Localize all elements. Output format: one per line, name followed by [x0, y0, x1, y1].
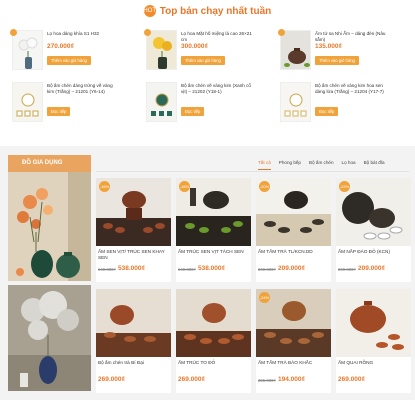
discount-badge: -20% [259, 181, 270, 192]
product-name[interactable]: Bộ ấm chén trà Bí Đại [98, 360, 169, 366]
old-price: 260.000₫ [258, 267, 276, 272]
sale-dot [10, 29, 17, 36]
product-name[interactable]: ẤM QUAI RỒNG [338, 360, 409, 366]
read-more-button[interactable]: Đọc tiếp [181, 107, 205, 116]
product-price: 269.000₫ [178, 376, 205, 383]
product-card[interactable]: Bộ ấm chén trà Bí Đại 269.000₫ [96, 289, 171, 393]
product-card[interactable]: -16% ẤM TRÚC SEN VỊT TÁCH SEN 640.000₫ 5… [176, 178, 251, 282]
read-more-button[interactable]: Đọc tiếp [47, 107, 71, 116]
product-name[interactable]: Bộ ấm chén vẽ vàng kim hoa sen dáng lửa … [315, 83, 387, 94]
category-tabs: Tất cả Phong bếp Bộ ấm chén Lọ hoa Bộ bá… [258, 160, 385, 170]
product-price: 269.000₫ [338, 376, 365, 383]
product-price-value: 300.000₫ [181, 43, 208, 50]
product-name[interactable]: ẤM TRÚC SEN VỊT TÁCH SEN [178, 249, 249, 255]
product-price-value: 135.000₫ [315, 43, 342, 50]
product-name[interactable]: ẤM TRÚC TO ĐỎ [178, 360, 249, 366]
product-image[interactable] [96, 289, 171, 357]
product-name[interactable]: Bộ ấm chén vẽ vàng kim (Xanh cổ vịt) – 2… [181, 83, 253, 94]
product-price: 270.000₫ [47, 43, 74, 50]
product-price: 209.000₫ [278, 265, 305, 272]
product-image[interactable] [336, 289, 411, 357]
product-card[interactable]: -16% ẤM SEN VỊT/ TRÚC SEN KHAY SEN 640.0… [96, 178, 171, 282]
product-price: 300.000₫ [181, 43, 208, 50]
add-to-cart-button[interactable]: Thêm vào giỏ hàng [181, 56, 225, 65]
product-card[interactable]: ẤM QUAI RỒNG 269.000₫ [336, 289, 411, 393]
household-section: ĐỒ GIA DỤNG Tất cả Phong bếp Bộ ấm chén … [8, 155, 411, 395]
product-card[interactable]: -24% ẤM TẤM TRÀ BÀO KHẮC 255.000₫ 194.00… [256, 289, 331, 393]
tab-tea-sets[interactable]: Bộ ấm chén [309, 160, 334, 170]
product-card[interactable]: ẤM TRÚC TO ĐỎ 269.000₫ [176, 289, 251, 393]
add-to-cart-button[interactable]: Thêm vào giỏ hàng [47, 56, 91, 65]
product-price: 538.000₫ [118, 265, 145, 272]
tab-divider [96, 171, 409, 172]
section-title[interactable]: ĐỒ GIA DỤNG [8, 155, 91, 172]
section-sidebar: ĐỒ GIA DỤNG [8, 155, 91, 391]
top-product[interactable]: Lọ hoa Mặt hố miệng lá cao 26×21 cm 300.… [144, 29, 252, 80]
product-thumbnail[interactable] [12, 82, 43, 122]
product-name[interactable]: Bộ ấm chén dáng trứng vẽ vàng kim (Trắng… [47, 83, 119, 94]
top-sellers-header: HOT Top bán chạy nhất tuần [0, 0, 415, 22]
product-image[interactable] [176, 289, 251, 357]
product-thumbnail[interactable] [280, 30, 311, 70]
read-more-button[interactable]: Đọc tiếp [315, 107, 339, 116]
product-name[interactable]: ẤM TẤM TRÀ TL/KCN.DD [258, 249, 329, 255]
add-to-cart-button[interactable]: Thêm vào giỏ hàng [315, 56, 359, 65]
product-card[interactable]: -20% ẤM TẤM TRÀ TL/KCN.DD 260.000₫ 209.0… [256, 178, 331, 282]
top-sellers-title: Top bán chạy nhất tuần [159, 5, 272, 17]
tab-vases[interactable]: Lọ hoa [342, 160, 356, 170]
product-card[interactable]: -22% ẤM NẮP ĐÀO ĐỎ (KCN) 269.000₫ 209.00… [336, 178, 411, 282]
discount-badge: -24% [259, 292, 270, 303]
discount-badge: -22% [339, 181, 350, 192]
product-price-value: 270.000₫ [47, 43, 74, 50]
top-product[interactable]: Bộ ấm chén vẽ vàng kim (Xanh cổ vịt) – 2… [146, 82, 251, 132]
product-price: 194.000₫ [278, 376, 305, 383]
top-sellers-panel: HOT Top bán chạy nhất tuần Lọ hoa dáng k… [0, 0, 415, 146]
product-price: 135.000₫ [315, 43, 342, 50]
old-price: 255.000₫ [258, 378, 276, 383]
old-price: 269.000₫ [338, 267, 356, 272]
product-name[interactable]: ẤM TẤM TRÀ BÀO KHẮC [258, 360, 329, 366]
tab-dishes[interactable]: Bộ bát đĩa [364, 160, 385, 170]
top-product[interactable]: Bộ ấm chén dáng trứng vẽ vàng kim (Trắng… [12, 82, 113, 132]
product-name[interactable]: Lọ hoa dáng khía S1 H32 [47, 31, 119, 37]
top-product[interactable]: Bộ ấm chén vẽ vàng kim hoa sen dáng lửa … [280, 82, 384, 132]
product-thumbnail[interactable] [280, 82, 311, 122]
tab-all[interactable]: Tất cả [258, 160, 271, 170]
sale-dot [278, 29, 285, 36]
hot-badge: HOT [143, 5, 156, 17]
product-thumbnail[interactable] [146, 82, 177, 122]
product-name[interactable]: ẤM NẮP ĐÀO ĐỎ (KCN) [338, 249, 409, 255]
product-price: 269.000₫ [98, 376, 125, 383]
banner-image-flowers[interactable] [8, 172, 91, 281]
product-thumbnail[interactable] [146, 30, 177, 70]
product-price: 538.000₫ [198, 265, 225, 272]
banner-image-vase[interactable] [8, 285, 91, 391]
discount-badge: -16% [99, 181, 110, 192]
product-name[interactable]: ẤM SEN VỊT/ TRÚC SEN KHAY SEN [98, 249, 169, 260]
product-thumbnail[interactable] [12, 30, 43, 70]
top-product[interactable]: Ấm tử sa Nhi Ẩm – dáng đèn (Nâu sẫm) 135… [278, 29, 385, 80]
top-product[interactable]: Lọ hoa dáng khía S1 H32 270.000₫ Thêm và… [10, 29, 112, 80]
discount-badge: -16% [179, 181, 190, 192]
product-name[interactable]: Ấm tử sa Nhi Ẩm – dáng đèn (Nâu sẫm) [315, 31, 387, 42]
sale-dot [144, 29, 151, 36]
product-price: 209.000₫ [358, 265, 385, 272]
tab-kitchen[interactable]: Phong bếp [279, 160, 301, 170]
old-price: 640.000₫ [178, 267, 196, 272]
old-price: 640.000₫ [98, 267, 116, 272]
product-name[interactable]: Lọ hoa Mặt hố miệng lá cao 26×21 cm [181, 31, 253, 42]
